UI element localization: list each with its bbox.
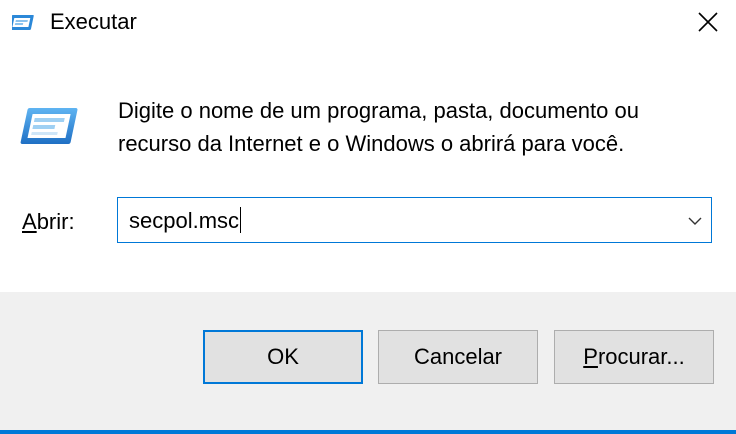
browse-accelerator: P (583, 344, 598, 369)
description-text: Digite o nome de um programa, pasta, doc… (118, 98, 639, 156)
close-icon (698, 12, 718, 32)
cancel-button[interactable]: Cancelar (378, 330, 538, 384)
open-label-accelerator: A (22, 209, 37, 234)
window-title: Executar (50, 9, 137, 34)
ok-button[interactable]: OK (203, 330, 363, 384)
window-bottom-border (0, 430, 736, 434)
close-button[interactable] (680, 0, 736, 44)
title-bar[interactable]: Executar (0, 0, 736, 44)
open-label: Abrir: (22, 208, 75, 236)
open-input-value: secpol.msc (129, 208, 240, 233)
button-bar: OK Cancelar Procurar... (0, 292, 736, 430)
run-dialog: Executar Digite o nome de um programa, p… (0, 0, 736, 434)
chevron-down-icon[interactable] (685, 211, 705, 231)
browse-button[interactable]: Procurar... (554, 330, 714, 384)
open-combobox[interactable]: secpol.msc (117, 197, 712, 243)
open-input[interactable]: secpol.msc (129, 207, 242, 235)
browse-label: rocurar... (597, 344, 685, 369)
run-icon (12, 15, 34, 30)
open-label-text: brir: (36, 209, 75, 234)
text-caret (240, 207, 242, 233)
run-icon (20, 108, 78, 144)
